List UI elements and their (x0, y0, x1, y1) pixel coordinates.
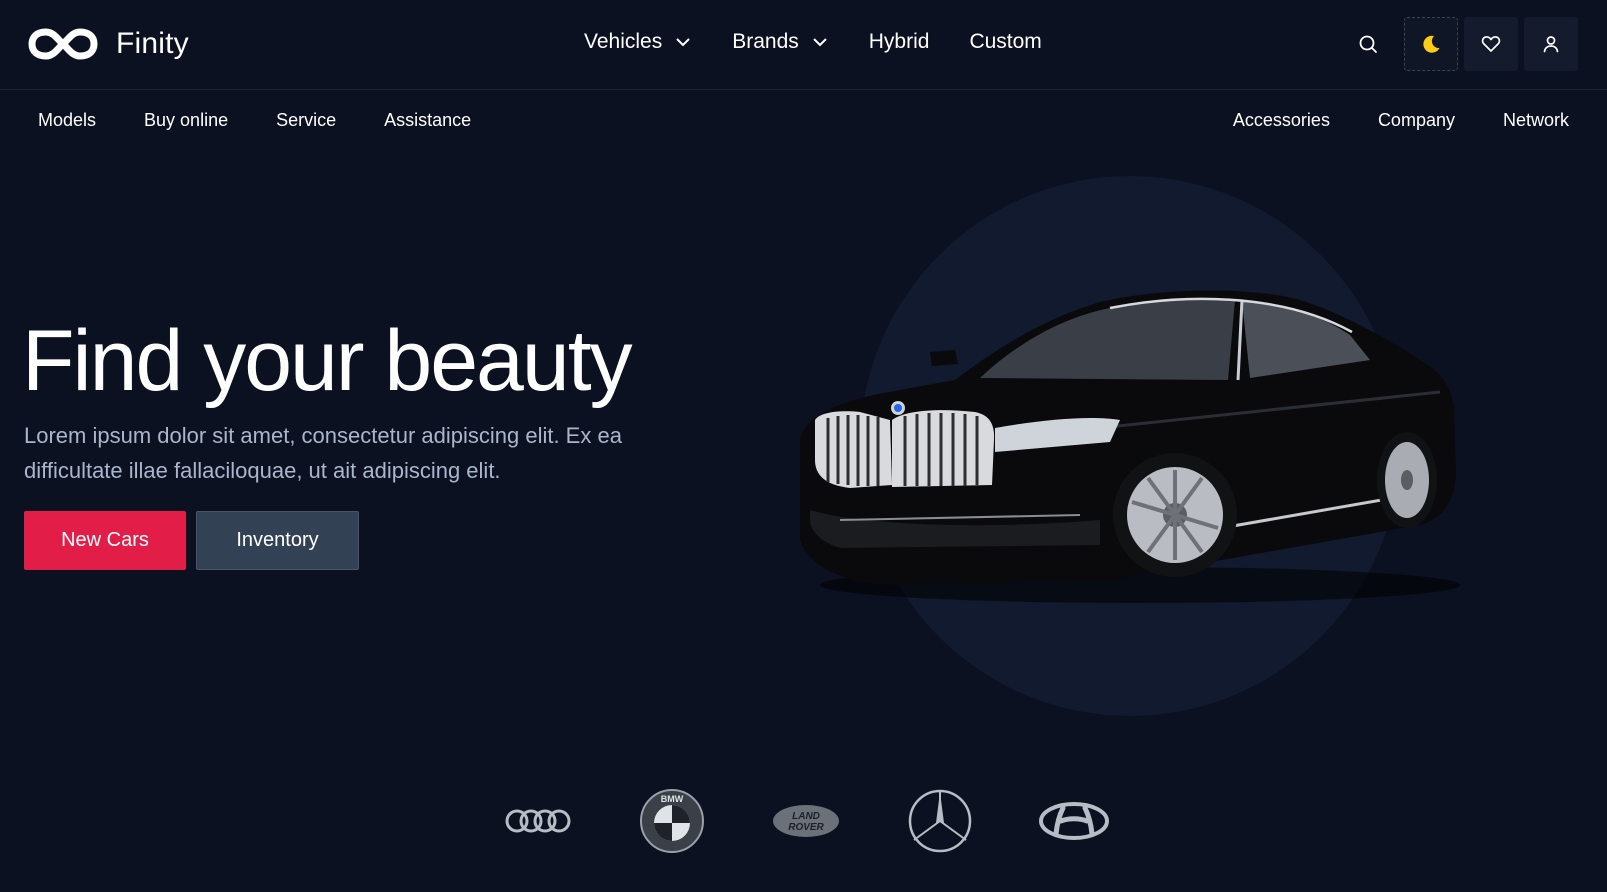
brand-name: Finity (116, 27, 189, 60)
nav-brands-label: Brands (732, 30, 799, 53)
new-cars-button[interactable]: New Cars (24, 511, 186, 570)
top-navbar: Finity Vehicles Brands Hybrid Custom (0, 0, 1607, 90)
land-rover-line1: LAND (792, 811, 820, 822)
nav-brands[interactable]: Brands (732, 30, 829, 54)
sub-nav-service[interactable]: Service (276, 110, 336, 131)
chevron-down-icon (676, 38, 690, 47)
audi-logo-icon (505, 809, 571, 833)
mercedes-logo-icon (908, 789, 972, 853)
brand-logo[interactable]: Finity (28, 26, 189, 62)
search-icon (1359, 35, 1377, 53)
chevron-down-icon (813, 38, 827, 47)
sub-nav-assistance[interactable]: Assistance (384, 110, 471, 131)
sub-nav-company[interactable]: Company (1378, 110, 1455, 131)
header-actions (1346, 17, 1584, 71)
inventory-button[interactable]: Inventory (196, 511, 359, 570)
car-image (800, 290, 1460, 603)
mercedes-logo[interactable] (905, 788, 975, 854)
hyundai-logo[interactable] (1039, 788, 1109, 854)
hero-description: Lorem ipsum dolor sit amet, consectetur … (24, 423, 622, 483)
land-rover-line2: ROVER (788, 822, 824, 833)
nav-hybrid[interactable]: Hybrid (869, 30, 930, 54)
nav-vehicles[interactable]: Vehicles (584, 30, 692, 54)
moon-icon (1423, 35, 1440, 53)
theme-toggle-button[interactable] (1404, 17, 1458, 71)
main-nav: Vehicles Brands Hybrid Custom (584, 30, 1082, 54)
search-button[interactable] (1346, 17, 1390, 71)
sub-nav-accessories[interactable]: Accessories (1233, 110, 1330, 131)
sub-nav-models[interactable]: Models (38, 110, 96, 131)
secondary-nav: Models Buy online Service Assistance Acc… (0, 110, 1607, 138)
secondary-nav-left: Models Buy online Service Assistance (38, 110, 519, 131)
favorites-button[interactable] (1464, 17, 1518, 71)
hero-title: Find your beauty (22, 313, 633, 409)
nav-custom-label: Custom (969, 30, 1042, 53)
nav-vehicles-label: Vehicles (584, 30, 663, 53)
audi-logo[interactable] (503, 788, 573, 854)
nav-custom[interactable]: Custom (969, 30, 1041, 54)
heart-icon (1481, 36, 1501, 52)
infinity-logo-icon (28, 28, 98, 60)
bmw-logo-icon: BMW (640, 789, 704, 853)
bmw-logo[interactable]: BMW (637, 788, 707, 854)
secondary-nav-right: Accessories Company Network (1233, 110, 1569, 131)
brand-logos-row: BMW LAND ROVER (503, 788, 1109, 854)
nav-hybrid-label: Hybrid (868, 30, 930, 53)
bmw-logo-text: BMW (661, 794, 684, 804)
hyundai-logo-icon (1039, 802, 1109, 840)
land-rover-logo[interactable]: LAND ROVER (771, 788, 841, 854)
sub-nav-network[interactable]: Network (1503, 110, 1569, 131)
account-button[interactable] (1524, 17, 1578, 71)
sub-nav-buy-online[interactable]: Buy online (144, 110, 228, 131)
user-icon (1543, 36, 1559, 53)
land-rover-logo-icon: LAND ROVER (773, 805, 839, 837)
